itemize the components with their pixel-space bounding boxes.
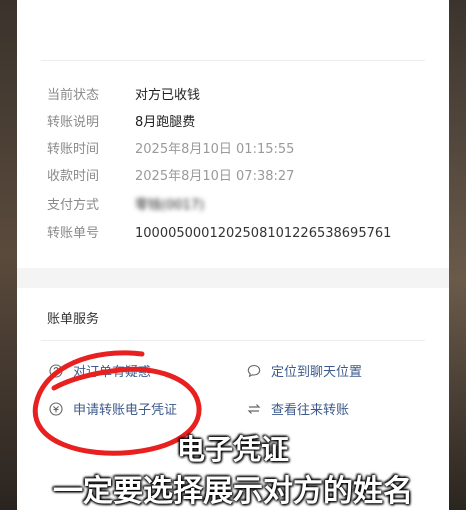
voucher-button[interactable]: 申请转账电子凭证 [49,400,177,422]
status-label: 当前状态 [47,88,100,103]
locate-chat-label: 定位到聊天位置 [271,365,363,380]
divider [41,60,425,61]
note-value: 8月跑腿费 [135,115,196,130]
order-no-label: 转账单号 [47,226,100,241]
transfer-details-card: 当前状态 对方已收钱 转账说明 8月跑腿费 转账时间 2025年8月10日 01… [17,0,449,268]
note-label: 转账说明 [47,115,100,130]
payment-method-label: 支付方式 [47,198,100,213]
doubt-label: 对订单有疑惑 [73,365,152,380]
caption-line-2: 一定要选择展示对方的姓名 [53,474,413,509]
transfer-time-label: 转账时间 [47,142,100,157]
divider [41,340,425,341]
receive-time-value: 2025年8月10日 07:38:27 [135,169,295,184]
history-label: 查看往来转账 [271,403,350,418]
voucher-label: 申请转账电子凭证 [73,403,178,418]
locate-chat-button[interactable]: 定位到聊天位置 [247,362,362,384]
transfer-arrows-icon [247,402,261,416]
chat-bubble-icon [247,364,261,378]
doubt-button[interactable]: 对订单有疑惑 [49,362,151,384]
order-no-value: 1000050001202508101226538695761 [135,226,392,241]
receive-time-label: 收款时间 [47,169,100,184]
question-icon [49,364,63,378]
caption-line-1: 电子凭证 [176,433,289,466]
voucher-icon [49,402,63,416]
payment-method-value: 零钱(0017) [135,198,205,213]
history-button[interactable]: 查看往来转账 [247,400,349,422]
status-value: 对方已收钱 [135,88,201,103]
section-title: 账单服务 [47,312,100,327]
transfer-time-value: 2025年8月10日 01:15:55 [135,142,295,157]
